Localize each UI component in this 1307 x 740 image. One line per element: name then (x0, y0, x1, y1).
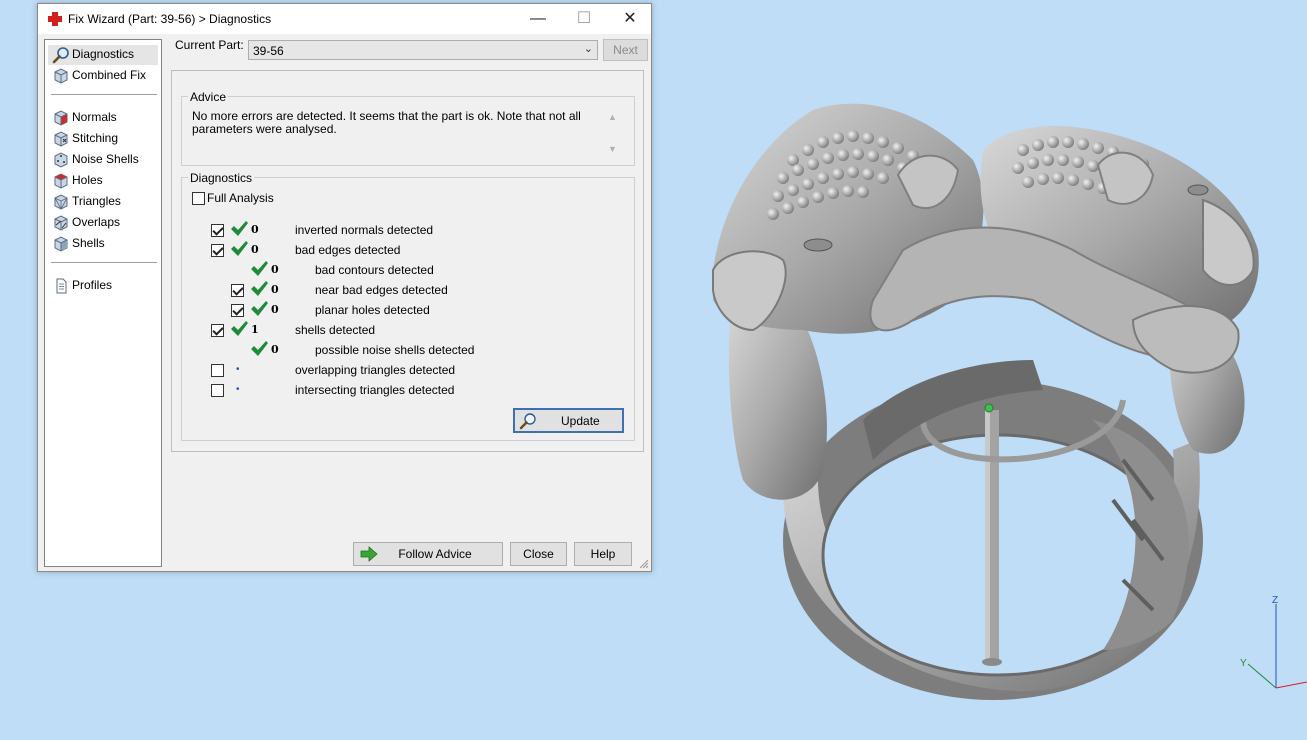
sidebar-item-combined-fix[interactable]: Combined Fix (48, 66, 158, 86)
diagnostic-checkbox[interactable] (211, 364, 224, 377)
full-analysis-checkbox[interactable] (192, 192, 205, 205)
scroll-down-icon[interactable]: ▼ (608, 144, 617, 154)
sidebar-item-label: Holes (72, 173, 103, 187)
diagnostics-title: Diagnostics (188, 171, 255, 185)
sidebar-item-label: Diagnostics (72, 47, 135, 61)
diagnostic-count: 1 (251, 323, 259, 336)
triangles-cube-icon (54, 194, 68, 210)
diagnostic-row: 0 near bad edges detected (38, 280, 638, 300)
advice-scrollbar[interactable]: ▲ ▼ (607, 112, 619, 156)
advice-title: Advice (188, 90, 229, 104)
fix-wizard-dialog: Fix Wizard (Part: 39-56) > Diagnostics —… (37, 3, 652, 572)
diagnostic-count: 0 (271, 263, 279, 276)
3d-viewport[interactable]: Z Y (653, 0, 1307, 737)
diagnostic-label: possible noise shells detected (315, 343, 475, 357)
diagnostic-count: 0 (271, 343, 279, 356)
holes-cube-icon (54, 173, 68, 189)
sidebar-item-normals[interactable]: Normals (48, 108, 158, 128)
chevron-down-icon: ⌄ (583, 43, 593, 55)
cube-icon (54, 68, 68, 84)
sidebar-item-stitching[interactable]: Stitching (48, 129, 158, 149)
diagnostic-row: • intersecting triangles detected (38, 380, 638, 400)
diagnostic-label: bad contours detected (315, 263, 434, 277)
diagnostic-label: planar holes detected (315, 303, 430, 317)
pending-dot-icon: • (236, 364, 240, 375)
diagnostic-row: • overlapping triangles detected (38, 360, 638, 380)
diagnostic-row: 1 shells detected (38, 320, 638, 340)
magnifier-icon (519, 413, 536, 430)
follow-advice-label: Follow Advice (398, 547, 472, 561)
diagnostic-count: 0 (271, 283, 279, 296)
green-check-icon (231, 221, 248, 236)
green-check-icon (251, 261, 268, 276)
next-button[interactable]: Next (603, 39, 648, 61)
axis-y-label: Y (1240, 658, 1247, 669)
close-window-button[interactable]: ✕ (607, 4, 653, 34)
axis-z-label: Z (1272, 595, 1278, 606)
red-cross-app-icon (48, 12, 62, 26)
stitching-cube-icon (54, 131, 68, 147)
sidebar-item-label: Combined Fix (72, 68, 147, 82)
diagnostic-count: 0 (251, 243, 259, 256)
diagnostic-count: 0 (251, 223, 259, 236)
update-button-label: Update (561, 414, 600, 428)
diagnostic-row: 0 planar holes detected (38, 300, 638, 320)
noise-shells-cube-icon (54, 152, 68, 168)
diagnostic-checkbox[interactable] (211, 244, 224, 257)
sidebar-item-label: Stitching (72, 131, 119, 145)
sidebar-item-triangles[interactable]: Triangles (48, 192, 158, 212)
sidebar-item-diagnostics[interactable]: Diagnostics (48, 45, 158, 65)
normals-cube-icon (54, 110, 68, 126)
maximize-button[interactable]: ☐ (561, 4, 607, 34)
diagnostic-label: overlapping triangles detected (295, 363, 456, 377)
diagnostic-row: 0 bad edges detected (38, 240, 638, 260)
close-button[interactable]: Close (510, 542, 567, 566)
diagnostic-label: near bad edges detected (315, 283, 448, 297)
current-part-dropdown[interactable]: 39-56 ⌄ (248, 40, 598, 60)
help-button[interactable]: Help (574, 542, 632, 566)
window-title: Fix Wizard (Part: 39-56) > Diagnostics (68, 12, 272, 26)
diagnostic-checkbox[interactable] (211, 324, 224, 337)
diagnostic-count: 0 (271, 303, 279, 316)
diagnostic-row: 0 inverted normals detected (38, 220, 638, 240)
scroll-up-icon[interactable]: ▲ (608, 112, 617, 122)
diagnostic-label: shells detected (295, 323, 376, 337)
diagnostic-row: 0 bad contours detected (38, 260, 638, 280)
sidebar-item-holes[interactable]: Holes (48, 171, 158, 191)
sidebar-item-label: Normals (72, 110, 117, 124)
green-check-icon (231, 241, 248, 256)
diagnostic-label: bad edges detected (295, 243, 401, 257)
green-check-icon (231, 321, 248, 336)
diagnostic-checkbox[interactable] (211, 224, 224, 237)
green-check-icon (251, 301, 268, 316)
update-button[interactable]: Update (513, 408, 624, 433)
current-part-value: 39-56 (253, 44, 284, 58)
resize-grip-icon[interactable] (639, 559, 649, 569)
axis-gizmo: Z Y (1240, 595, 1307, 689)
current-part-label: Current Part: (175, 38, 244, 52)
title-bar[interactable]: Fix Wizard (Part: 39-56) > Diagnostics —… (38, 4, 651, 34)
sidebar-item-label: Triangles (72, 194, 121, 208)
sidebar-item-label: Noise Shells (72, 152, 139, 166)
ring-3d-model[interactable] (653, 0, 1307, 737)
pending-dot-icon: • (236, 384, 240, 395)
magnifier-icon (52, 47, 69, 64)
diagnostic-checkbox[interactable] (211, 384, 224, 397)
green-check-icon (251, 281, 268, 296)
sidebar-item-noise-shells[interactable]: Noise Shells (48, 150, 158, 170)
diagnostic-checkbox[interactable] (231, 284, 244, 297)
diagnostic-label: inverted normals detected (295, 223, 434, 237)
diagnostic-label: intersecting triangles detected (295, 383, 455, 397)
minimize-button[interactable]: — (515, 4, 561, 34)
advice-text: No more errors are detected. It seems th… (192, 109, 581, 136)
diagnostic-checkbox[interactable] (231, 304, 244, 317)
full-analysis-label: Full Analysis (207, 191, 274, 205)
follow-advice-button[interactable]: Follow Advice (353, 542, 503, 566)
green-check-icon (251, 341, 268, 356)
sidebar-divider (51, 94, 157, 95)
diagnostic-row: 0 possible noise shells detected (38, 340, 638, 360)
